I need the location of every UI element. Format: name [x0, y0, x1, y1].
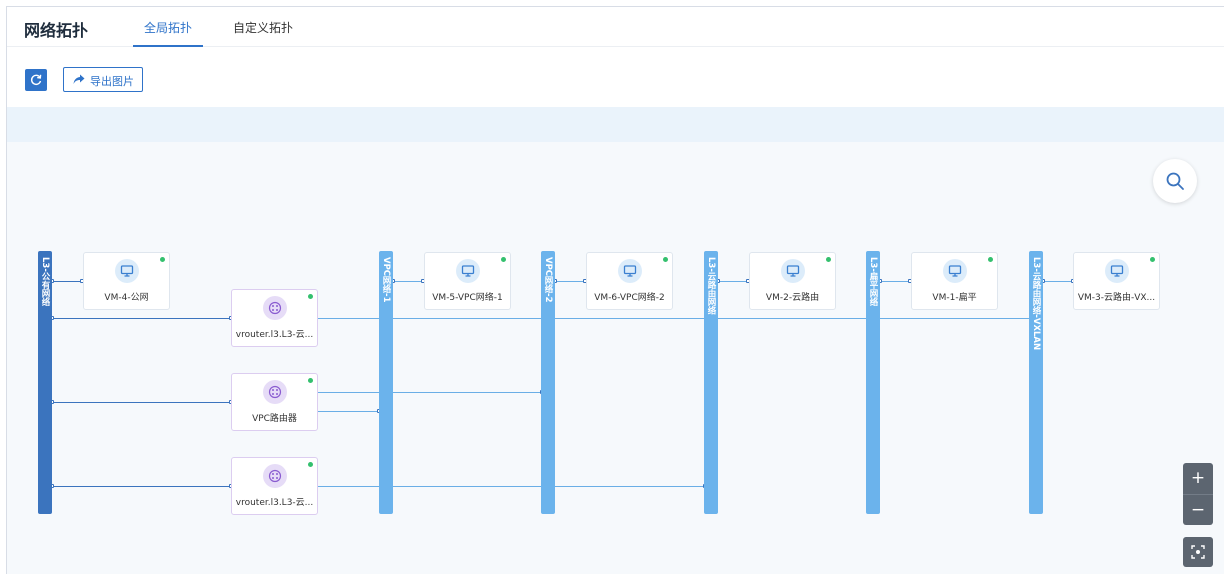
- link-router3-public: [52, 486, 232, 487]
- export-image-button[interactable]: 导出图片: [63, 67, 143, 92]
- share-arrow-icon: [73, 74, 85, 84]
- monitor-icon: [115, 259, 139, 283]
- vm-node[interactable]: VM-1-扁平: [911, 252, 998, 310]
- export-image-label: 导出图片: [90, 75, 134, 88]
- network-bar-cloud-router-vxlan[interactable]: L3-云路由网络-VXLAN: [1029, 251, 1043, 514]
- router-node[interactable]: vrouter.l3.L3-云...: [231, 289, 318, 347]
- monitor-icon: [618, 259, 642, 283]
- refresh-icon: [30, 74, 42, 85]
- network-label: L3-云路由网络-VXLAN: [1031, 257, 1041, 351]
- link-vm3: [1042, 281, 1074, 282]
- network-bar-vpc2[interactable]: VPC网络-2: [541, 251, 555, 514]
- link-vm2: [717, 281, 749, 282]
- header: 网络拓扑 全局拓扑 自定义拓扑: [7, 7, 1224, 47]
- fit-screen-button[interactable]: [1183, 537, 1213, 567]
- topology-page: 网络拓扑 全局拓扑 自定义拓扑 导出图片 L3-公有网络 VPC网络-1 VPC…: [6, 6, 1224, 574]
- node-label: VM-4-公网: [104, 293, 149, 303]
- network-label: VPC网络-2: [543, 257, 553, 303]
- network-label: L3-云路由网络: [706, 257, 716, 315]
- link-router2-public: [52, 402, 232, 403]
- link-router2-vpc2: [318, 392, 543, 393]
- router-node[interactable]: vrouter.l3.L3-云...: [231, 457, 318, 515]
- link-router1-public: [52, 318, 232, 319]
- link-router2-vpc1: [318, 411, 380, 412]
- toolbar: 导出图片: [7, 47, 1224, 107]
- vm-node[interactable]: VM-5-VPC网络-1: [424, 252, 511, 310]
- status-dot: [988, 257, 993, 262]
- node-label: vrouter.l3.L3-云...: [235, 498, 314, 508]
- link-router1-networks: [318, 318, 1034, 319]
- network-bar-flat[interactable]: L3-扁平网络: [866, 251, 880, 514]
- vm-node[interactable]: VM-3-云路由-VX...: [1073, 252, 1160, 310]
- search-icon: [1166, 172, 1184, 190]
- fit-screen-icon: [1191, 545, 1205, 559]
- router-node[interactable]: VPC路由器: [231, 373, 318, 431]
- monitor-icon: [456, 259, 480, 283]
- network-label: L3-公有网络: [40, 257, 50, 306]
- status-dot: [501, 257, 506, 262]
- node-label: VM-3-云路由-VX...: [1077, 293, 1156, 303]
- network-label: VPC网络-1: [381, 257, 391, 303]
- node-label: VM-5-VPC网络-1: [432, 293, 503, 303]
- page-title: 网络拓扑: [24, 21, 89, 40]
- node-label: VPC路由器: [252, 414, 297, 424]
- router-icon: [263, 464, 287, 488]
- info-band: [7, 107, 1224, 142]
- vm-node[interactable]: VM-6-VPC网络-2: [586, 252, 673, 310]
- status-dot: [663, 257, 668, 262]
- vm-node[interactable]: VM-4-公网: [83, 252, 170, 310]
- router-icon: [263, 380, 287, 404]
- router-icon: [263, 296, 287, 320]
- network-bar-vpc1[interactable]: VPC网络-1: [379, 251, 393, 514]
- network-bar-cloud-router[interactable]: L3-云路由网络: [704, 251, 718, 514]
- zoom-controls: + −: [1183, 463, 1213, 525]
- node-label: VM-6-VPC网络-2: [594, 293, 665, 303]
- tab-custom-topology[interactable]: 自定义拓扑: [233, 7, 293, 47]
- tab-global-topology[interactable]: 全局拓扑: [133, 7, 203, 47]
- status-dot: [826, 257, 831, 262]
- link-vm5: [392, 281, 424, 282]
- search-button[interactable]: [1153, 159, 1197, 203]
- zoom-out-button[interactable]: −: [1183, 494, 1213, 525]
- monitor-icon: [781, 259, 805, 283]
- status-dot: [308, 462, 313, 467]
- monitor-icon: [1105, 259, 1129, 283]
- network-label: L3-扁平网络: [868, 257, 878, 306]
- monitor-icon: [943, 259, 967, 283]
- status-dot: [160, 257, 165, 262]
- status-dot: [308, 378, 313, 383]
- link-router3-cloudnet: [318, 486, 706, 487]
- network-bar-public[interactable]: L3-公有网络: [38, 251, 52, 514]
- node-label: vrouter.l3.L3-云...: [235, 330, 314, 340]
- node-label: VM-1-扁平: [932, 293, 977, 303]
- refresh-button[interactable]: [25, 69, 47, 91]
- zoom-in-button[interactable]: +: [1183, 463, 1213, 494]
- vm-node[interactable]: VM-2-云路由: [749, 252, 836, 310]
- node-label: VM-2-云路由: [765, 293, 820, 303]
- status-dot: [308, 294, 313, 299]
- status-dot: [1150, 257, 1155, 262]
